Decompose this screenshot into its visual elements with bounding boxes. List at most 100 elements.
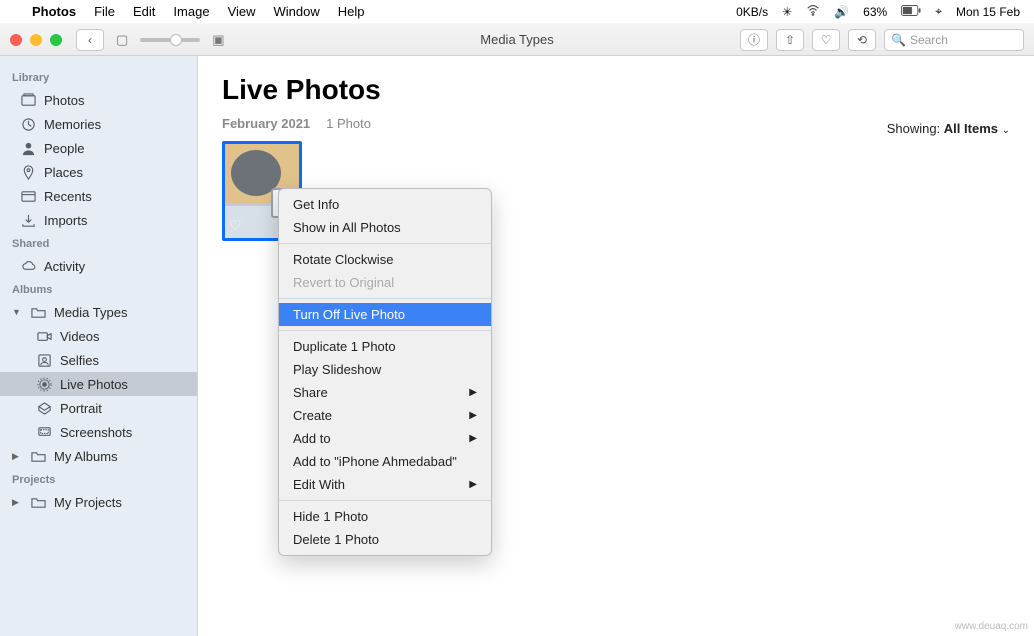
menu-item-label: Show in All Photos (293, 220, 401, 235)
favorite-button[interactable]: ♡ (812, 29, 840, 51)
context-menu-item[interactable]: Edit With▶ (279, 473, 491, 496)
volume-icon[interactable]: 🔊 (834, 5, 849, 19)
context-menu-item[interactable]: Delete 1 Photo (279, 528, 491, 551)
menu-item-label: Duplicate 1 Photo (293, 339, 396, 354)
imports-icon (20, 212, 36, 228)
menu-edit[interactable]: Edit (133, 4, 155, 19)
screenshot-icon (36, 424, 52, 440)
context-menu-item[interactable]: Share▶ (279, 381, 491, 404)
sidebar-media-types[interactable]: ▼Media Types (0, 300, 197, 324)
close-button[interactable] (10, 34, 22, 46)
context-menu-item[interactable]: Get Info (279, 193, 491, 216)
date-time[interactable]: Mon 15 Feb (956, 5, 1020, 19)
chevron-down-icon: ⌄ (1002, 125, 1010, 136)
menu-file[interactable]: File (94, 4, 115, 19)
submenu-arrow-icon: ▶ (469, 433, 477, 444)
system-menubar: Photos File Edit Image View Window Help … (0, 0, 1034, 24)
share-button[interactable]: ⇧ (776, 29, 804, 51)
context-menu-item[interactable]: Create ▶ (279, 404, 491, 427)
sidebar-my-projects[interactable]: ▶My Projects (0, 490, 197, 514)
section-library: Library (0, 66, 197, 88)
traffic-lights (10, 34, 62, 46)
disclosure-triangle-icon[interactable]: ▼ (12, 307, 22, 317)
menu-image[interactable]: Image (173, 4, 209, 19)
grid-view-icon[interactable]: ▣ (212, 32, 224, 48)
menu-item-label: Edit With (293, 477, 345, 492)
network-speed: 0KB/s (736, 5, 768, 19)
people-icon (20, 140, 36, 156)
control-center-icon[interactable]: ⌖ (935, 4, 942, 19)
places-icon (20, 164, 36, 180)
sidebar-item-recents[interactable]: Recents (0, 184, 197, 208)
sidebar-item-places[interactable]: Places (0, 160, 197, 184)
context-menu-item[interactable]: Turn Off Live Photo (279, 303, 491, 326)
date-header: February 2021 (222, 116, 310, 131)
sidebar-item-portrait[interactable]: Portrait (0, 396, 197, 420)
folder-icon (30, 304, 46, 320)
sidebar-item-photos[interactable]: Photos (0, 88, 197, 112)
info-button[interactable]: ⓘ (740, 29, 768, 51)
bluetooth-icon[interactable]: ✳︎ (782, 5, 792, 19)
sidebar-item-live-photos[interactable]: Live Photos (0, 372, 197, 396)
section-projects: Projects (0, 468, 197, 490)
menu-item-label: Delete 1 Photo (293, 532, 379, 547)
sidebar-item-people[interactable]: People (0, 136, 197, 160)
context-menu-item[interactable]: Add to▶ (279, 427, 491, 450)
minimize-button[interactable] (30, 34, 42, 46)
sidebar-my-albums[interactable]: ▶My Albums (0, 444, 197, 468)
menu-separator (279, 243, 491, 244)
photo-count: 1 Photo (326, 116, 371, 131)
menu-separator (279, 500, 491, 501)
submenu-arrow-icon: ▶ (469, 387, 477, 398)
sidebar-item-imports[interactable]: Imports (0, 208, 197, 232)
menu-view[interactable]: View (228, 4, 256, 19)
menu-item-label: Revert to Original (293, 275, 394, 290)
maximize-button[interactable] (50, 34, 62, 46)
sidebar-item-videos[interactable]: Videos (0, 324, 197, 348)
submenu-arrow-icon: ▶ (469, 410, 477, 421)
live-photo-icon (36, 376, 52, 392)
search-input[interactable]: 🔍 Search (884, 29, 1024, 51)
cloud-icon (20, 258, 36, 274)
sidebar-item-selfies[interactable]: Selfies (0, 348, 197, 372)
back-button[interactable]: ‹ (76, 29, 104, 51)
selfie-icon (36, 352, 52, 368)
app-menu[interactable]: Photos (32, 4, 76, 19)
recents-icon (20, 188, 36, 204)
context-menu-item[interactable]: Add to "iPhone Ahmedabad" (279, 450, 491, 473)
context-menu-item[interactable]: Play Slideshow (279, 358, 491, 381)
video-icon (36, 328, 52, 344)
photos-icon (20, 92, 36, 108)
search-placeholder: Search (910, 33, 948, 47)
showing-filter[interactable]: Showing: All Items ⌄ (887, 121, 1010, 136)
sidebar-item-memories[interactable]: Memories (0, 112, 197, 136)
rotate-button[interactable]: ⟲ (848, 29, 876, 51)
search-icon: 🔍 (891, 33, 906, 47)
disclosure-triangle-icon[interactable]: ▶ (12, 451, 22, 462)
context-menu-item[interactable]: Rotate Clockwise (279, 248, 491, 271)
disclosure-triangle-icon[interactable]: ▶ (12, 497, 22, 508)
window-toolbar: ‹ ▢ ▣ Media Types ⓘ ⇧ ♡ ⟲ 🔍 Search (0, 24, 1034, 56)
section-shared: Shared (0, 232, 197, 254)
zoom-slider[interactable] (140, 38, 200, 42)
context-menu-item: Revert to Original (279, 271, 491, 294)
context-menu-item[interactable]: Hide 1 Photo (279, 505, 491, 528)
context-menu-item[interactable]: Show in All Photos (279, 216, 491, 239)
sidebar-item-screenshots[interactable]: Screenshots (0, 420, 197, 444)
battery-icon[interactable] (901, 5, 921, 19)
wifi-icon[interactable] (806, 3, 820, 20)
sidebar-toggle-icon[interactable]: ▢ (116, 32, 128, 48)
context-menu-item[interactable]: Duplicate 1 Photo (279, 335, 491, 358)
sidebar: Library Photos Memories People Places Re… (0, 56, 198, 636)
portrait-icon (36, 400, 52, 416)
menu-help[interactable]: Help (338, 4, 365, 19)
sidebar-item-activity[interactable]: Activity (0, 254, 197, 278)
window-title: Media Types (480, 32, 553, 47)
menu-item-label: Create (293, 408, 332, 423)
folder-icon (30, 494, 46, 510)
menu-item-label: Rotate Clockwise (293, 252, 393, 267)
menu-window[interactable]: Window (274, 4, 320, 19)
favorite-heart-icon: ♡ (229, 217, 242, 234)
battery-percent: 63% (863, 5, 887, 19)
menu-separator (279, 330, 491, 331)
